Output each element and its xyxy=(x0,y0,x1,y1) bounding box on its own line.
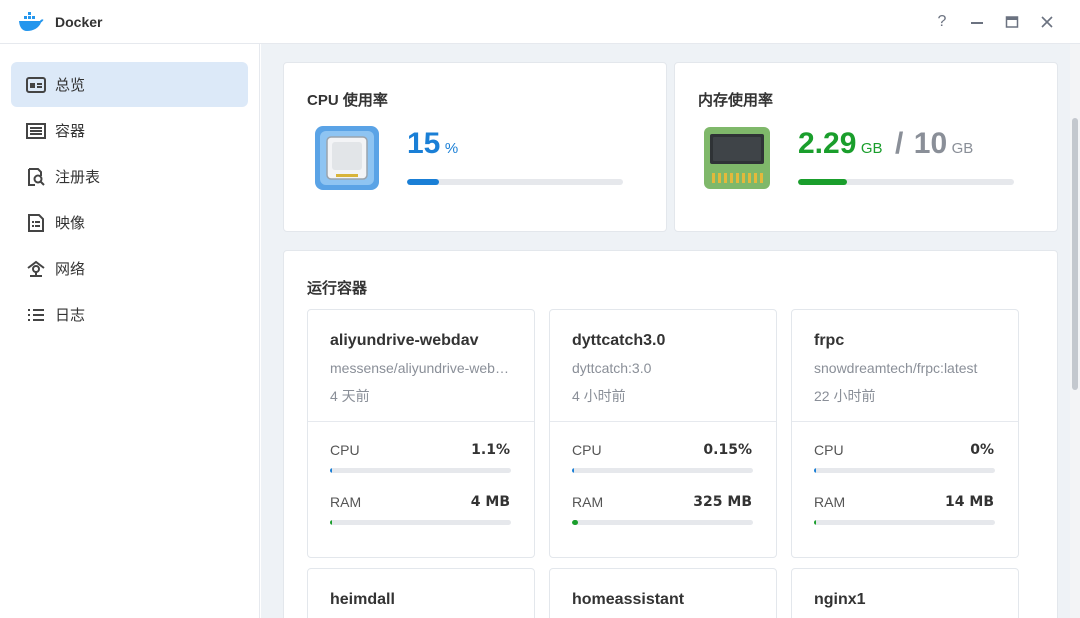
memory-used-unit: GB xyxy=(860,140,883,157)
container-name: aliyundrive-webdav xyxy=(330,332,479,349)
cpu-card-title: CPU 使用率 xyxy=(307,92,388,109)
container-card-nginx1[interactable]: nginx1 xyxy=(791,568,1019,618)
memory-total-number: 10 xyxy=(913,127,948,160)
container-ram-fill xyxy=(330,520,332,525)
sidebar: 总览 容器 注册表 映像 网络 日志 xyxy=(0,44,260,618)
container-ram-value: 14 MB xyxy=(945,494,994,510)
container-ram-fill xyxy=(814,520,816,525)
close-button[interactable] xyxy=(1036,11,1058,33)
container-icon xyxy=(26,121,46,141)
ram-label: RAM xyxy=(572,494,604,510)
cpu-percent-number: 15 xyxy=(407,127,441,160)
minimize-icon xyxy=(971,22,983,24)
cpu-chip-icon xyxy=(315,126,379,190)
sidebar-item-label: 网络 xyxy=(55,261,86,278)
container-name: homeassistant xyxy=(572,591,685,608)
cpu-progress-bar xyxy=(407,179,623,185)
container-card-frpc[interactable]: frpc snowdreamtech/frpc:latest 22 小时前 CP… xyxy=(791,309,1019,558)
memory-progress-fill xyxy=(798,179,848,185)
container-cpu-bar xyxy=(572,468,753,473)
container-card-aliyundrive-webdav[interactable]: aliyundrive-webdav messense/aliyundrive-… xyxy=(307,309,535,558)
sidebar-item-log[interactable]: 日志 xyxy=(11,292,248,337)
container-name: heimdall xyxy=(330,591,395,608)
registry-icon xyxy=(26,167,46,187)
container-uptime: 4 天前 xyxy=(330,388,370,404)
ram-label: RAM xyxy=(330,494,362,510)
sidebar-item-label: 日志 xyxy=(55,307,86,324)
vertical-scrollbar[interactable] xyxy=(1070,44,1080,618)
network-icon xyxy=(26,259,46,279)
container-card-homeassistant[interactable]: homeassistant xyxy=(549,568,777,618)
divider xyxy=(550,421,776,422)
memory-module-icon xyxy=(704,127,770,189)
maximize-icon xyxy=(1005,16,1019,28)
container-cpu-bar xyxy=(330,468,511,473)
container-name: dyttcatch3.0 xyxy=(572,332,666,349)
container-ram-bar xyxy=(330,520,511,525)
sidebar-item-label: 注册表 xyxy=(55,169,101,186)
memory-progress-bar xyxy=(798,179,1014,185)
container-cpu-value: 0.15% xyxy=(703,442,752,458)
minimize-button[interactable] xyxy=(966,11,988,33)
log-icon xyxy=(26,305,46,325)
close-icon xyxy=(1041,16,1053,28)
container-ram-fill xyxy=(572,520,578,525)
memory-card-title: 内存使用率 xyxy=(698,92,774,109)
help-icon: ? xyxy=(937,13,947,30)
container-card-dyttcatch[interactable]: dyttcatch3.0 dyttcatch:3.0 4 小时前 CPU 0.1… xyxy=(549,309,777,558)
title-bar: Docker ? xyxy=(0,0,1080,44)
divider xyxy=(308,421,534,422)
cpu-usage-value: 15 % xyxy=(407,127,458,161)
sidebar-item-container[interactable]: 容器 xyxy=(11,108,248,153)
maximize-button[interactable] xyxy=(1001,11,1023,33)
container-card-heimdall[interactable]: heimdall xyxy=(307,568,535,618)
sidebar-item-label: 总览 xyxy=(55,77,86,94)
sidebar-item-image[interactable]: 映像 xyxy=(11,200,248,245)
container-image: messense/aliyundrive-webdav:latest xyxy=(330,360,510,376)
sidebar-item-label: 映像 xyxy=(55,215,86,232)
container-cpu-bar xyxy=(814,468,995,473)
memory-separator: / xyxy=(894,127,904,160)
window-title: Docker xyxy=(55,14,103,30)
cpu-progress-fill xyxy=(407,179,440,185)
cpu-label: CPU xyxy=(330,442,360,458)
container-uptime: 4 小时前 xyxy=(572,388,626,404)
container-ram-bar xyxy=(572,520,753,525)
sidebar-item-registry[interactable]: 注册表 xyxy=(11,154,248,199)
sidebar-item-overview[interactable]: 总览 xyxy=(11,62,248,107)
container-cpu-fill xyxy=(330,468,332,473)
help-button[interactable]: ? xyxy=(931,11,953,33)
container-cpu-fill xyxy=(814,468,816,473)
container-ram-value: 4 MB xyxy=(470,494,510,510)
container-image: dyttcatch:3.0 xyxy=(572,360,652,376)
container-name: frpc xyxy=(814,332,845,349)
running-containers-panel: 运行容器 aliyundrive-webdav messense/aliyund… xyxy=(283,250,1058,618)
docker-whale-icon xyxy=(19,12,44,31)
sidebar-item-network[interactable]: 网络 xyxy=(11,246,248,291)
container-ram-bar xyxy=(814,520,995,525)
ram-label: RAM xyxy=(814,494,846,510)
container-name: nginx1 xyxy=(814,591,866,608)
running-containers-title: 运行容器 xyxy=(307,280,368,297)
container-cpu-fill xyxy=(572,468,574,473)
cpu-label: CPU xyxy=(572,442,602,458)
cpu-usage-card: CPU 使用率 15 % xyxy=(283,62,667,232)
cpu-label: CPU xyxy=(814,442,844,458)
memory-usage-value: 2.29 GB / 10 GB xyxy=(798,127,973,161)
container-cpu-value: 1.1% xyxy=(471,442,510,458)
sidebar-item-label: 容器 xyxy=(55,123,86,140)
container-ram-value: 325 MB xyxy=(693,494,752,510)
image-icon xyxy=(26,213,46,233)
divider xyxy=(792,421,1018,422)
main-content: CPU 使用率 15 % 内存使用率 2.29 GB / 10 GB 运行容器 … xyxy=(261,44,1080,618)
container-uptime: 22 小时前 xyxy=(814,388,876,404)
memory-total-unit: GB xyxy=(951,140,974,157)
cpu-percent-unit: % xyxy=(444,140,459,157)
memory-used-number: 2.29 xyxy=(798,127,857,160)
container-image: snowdreamtech/frpc:latest xyxy=(814,360,978,376)
memory-usage-card: 内存使用率 2.29 GB / 10 GB xyxy=(674,62,1058,232)
overview-icon xyxy=(26,75,46,95)
container-cpu-value: 0% xyxy=(970,442,994,458)
scrollbar-thumb[interactable] xyxy=(1072,118,1078,390)
